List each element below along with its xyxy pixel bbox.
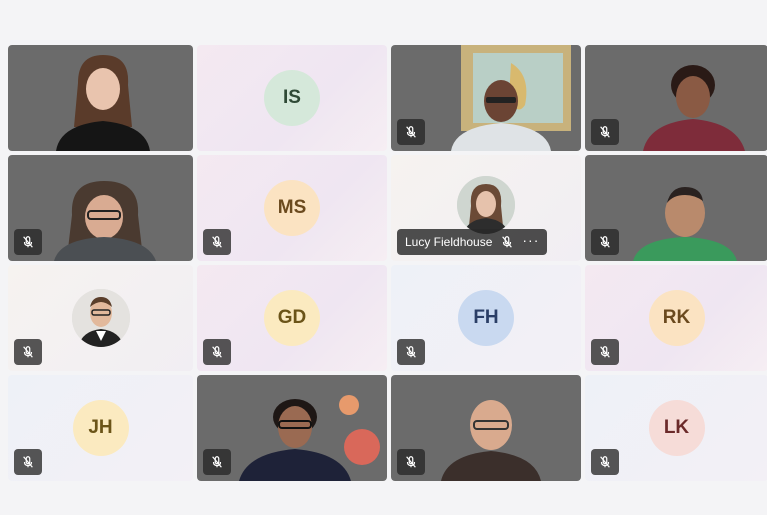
muted-mic-icon bbox=[203, 339, 231, 365]
participant-video bbox=[441, 400, 541, 481]
muted-mic-icon bbox=[203, 229, 231, 255]
avatar: LK bbox=[648, 400, 705, 456]
participant-tile[interactable]: LK bbox=[585, 375, 767, 481]
participant-name: Lucy Fieldhouse bbox=[405, 235, 493, 249]
muted-mic-icon bbox=[397, 339, 425, 365]
avatar: FH bbox=[458, 290, 514, 346]
muted-mic-icon bbox=[397, 449, 425, 475]
muted-mic-icon bbox=[14, 339, 42, 365]
participant-video bbox=[633, 187, 737, 261]
avatar: JH bbox=[72, 400, 129, 456]
muted-mic-icon bbox=[500, 235, 514, 249]
avatar: MS bbox=[264, 180, 320, 236]
participant-tile[interactable]: GD bbox=[197, 265, 387, 371]
participant-tile[interactable]: IS bbox=[197, 45, 387, 151]
video-grid: IS MS Lucy Fieldhouse ··· GD FH RK JH LK bbox=[8, 45, 767, 481]
participant-tile[interactable] bbox=[8, 45, 193, 151]
participant-tile[interactable] bbox=[585, 155, 767, 261]
muted-mic-icon bbox=[591, 449, 619, 475]
participant-tile[interactable] bbox=[8, 265, 193, 371]
participant-video bbox=[56, 55, 150, 151]
participant-tile[interactable] bbox=[391, 375, 581, 481]
participant-tile[interactable] bbox=[391, 45, 581, 151]
muted-mic-icon bbox=[591, 229, 619, 255]
avatar bbox=[71, 289, 130, 347]
participant-tile[interactable]: MS bbox=[197, 155, 387, 261]
muted-mic-icon bbox=[14, 449, 42, 475]
participant-tile[interactable] bbox=[585, 45, 767, 151]
participant-tile[interactable]: JH bbox=[8, 375, 193, 481]
participant-tile[interactable] bbox=[197, 375, 387, 481]
more-options-icon[interactable]: ··· bbox=[522, 233, 539, 251]
avatar: IS bbox=[264, 70, 320, 126]
muted-mic-icon bbox=[203, 449, 231, 475]
muted-mic-icon bbox=[591, 339, 619, 365]
avatar bbox=[457, 176, 515, 234]
participant-video bbox=[643, 65, 745, 151]
participant-video bbox=[54, 181, 156, 261]
participant-tile[interactable]: RK bbox=[585, 265, 767, 371]
muted-mic-icon bbox=[591, 119, 619, 145]
avatar: GD bbox=[264, 290, 320, 346]
participant-nameplate: Lucy Fieldhouse ··· bbox=[397, 229, 548, 255]
muted-mic-icon bbox=[14, 229, 42, 255]
avatar: RK bbox=[648, 290, 705, 346]
participant-tile[interactable] bbox=[8, 155, 193, 261]
muted-mic-icon bbox=[397, 119, 425, 145]
participant-tile[interactable]: Lucy Fieldhouse ··· bbox=[391, 155, 581, 261]
participant-tile[interactable]: FH bbox=[391, 265, 581, 371]
